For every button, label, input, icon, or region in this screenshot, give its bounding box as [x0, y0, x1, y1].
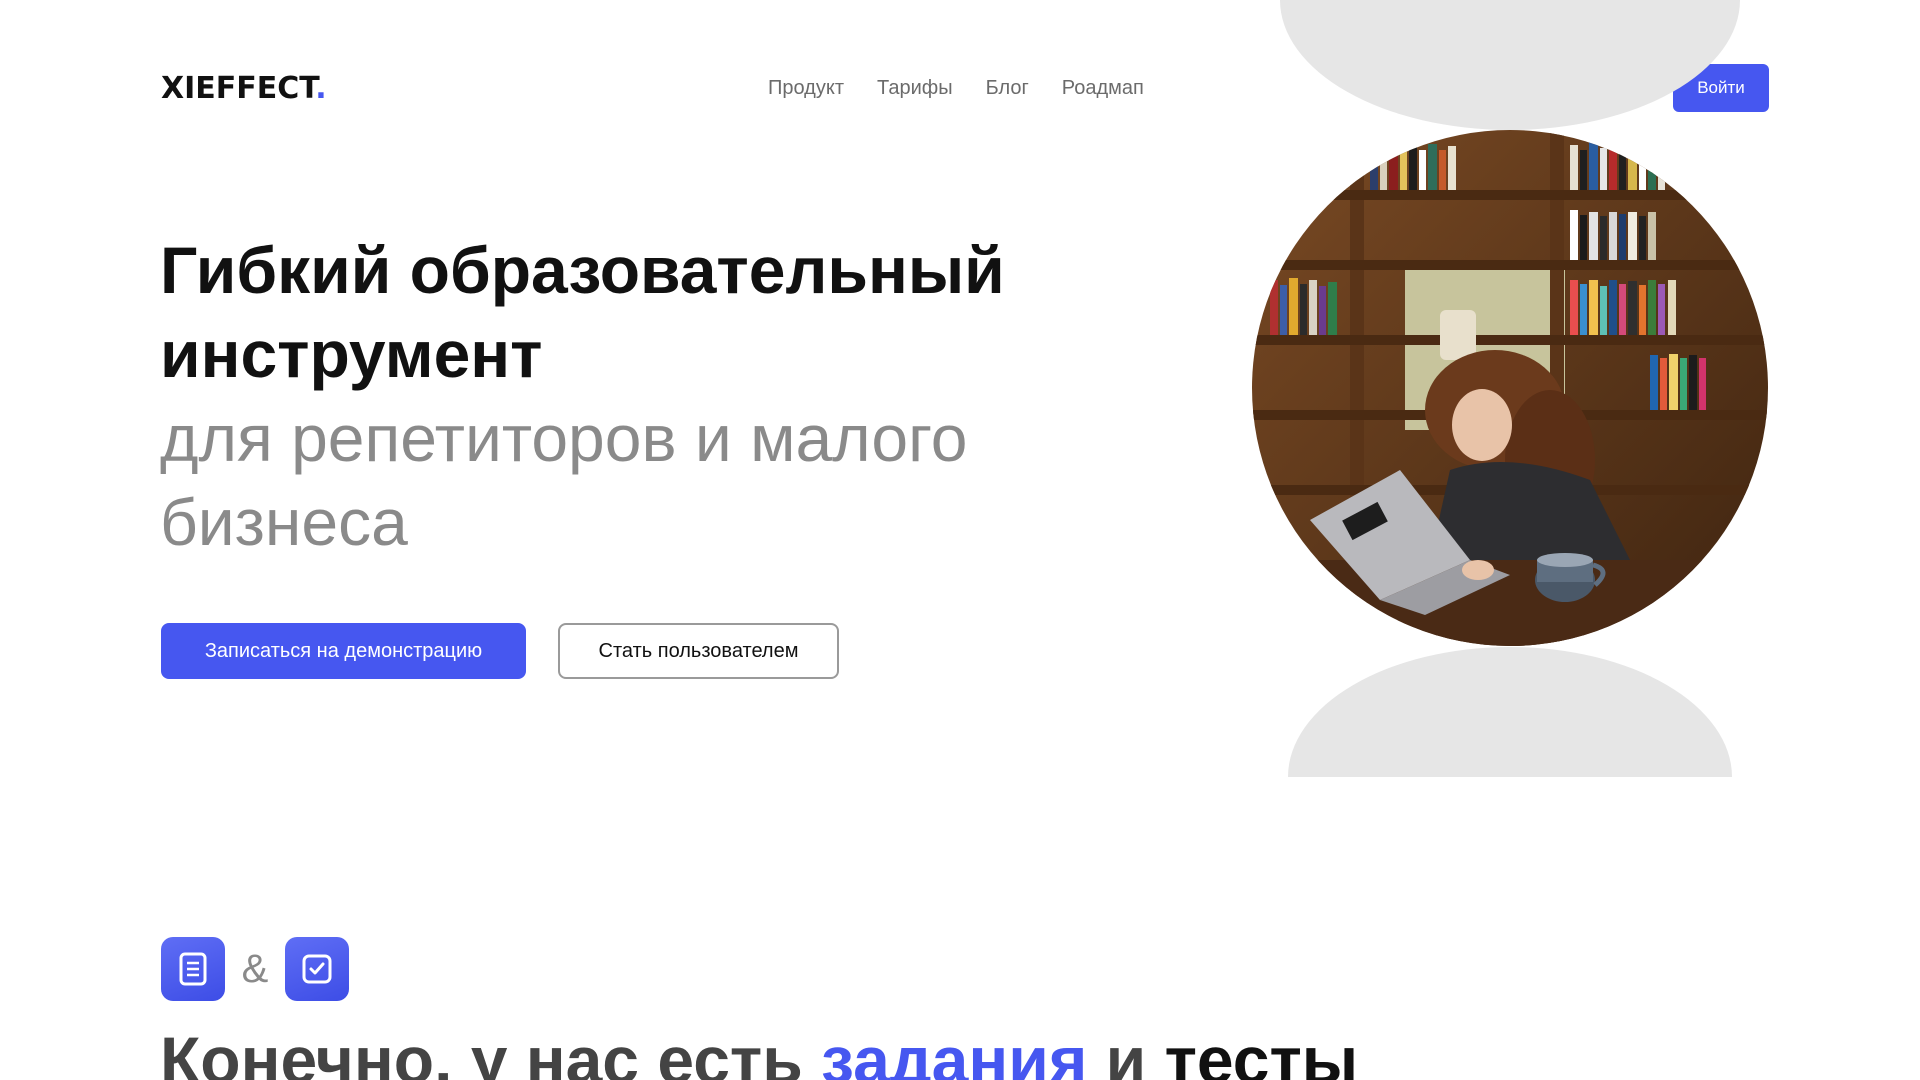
bottom-half-circle [1288, 647, 1732, 777]
nav-item-product[interactable]: Продукт [768, 76, 844, 100]
features-heading: Конечно, у нас есть задания и тесты [160, 1020, 1560, 1080]
nav-item-blog[interactable]: Блог [986, 76, 1029, 100]
hero-title: Гибкий образовательный инструмент [160, 228, 1060, 396]
top-half-circle [1280, 0, 1740, 130]
features-heading-part1: Конечно, у нас есть [160, 1023, 822, 1080]
hero-title-line2: инструмент [160, 317, 543, 391]
features-heading-part2: и [1087, 1023, 1165, 1080]
hero-subtitle: для репетиторов и малого бизнеса [160, 396, 1060, 564]
nav-item-pricing[interactable]: Тарифы [877, 76, 953, 100]
hero-title-line1: Гибкий образовательный [160, 233, 1005, 307]
hero-decoration [1252, 0, 1768, 777]
features-heading-part3: тесты [1164, 1023, 1359, 1080]
nav-item-roadmap[interactable]: Роадмап [1062, 76, 1144, 100]
logo[interactable]: XIEFFECT. [161, 71, 327, 107]
logo-dot: . [315, 71, 327, 106]
features-icons: & [161, 937, 349, 1001]
checkbox-icon [285, 937, 349, 1001]
ampersand: & [241, 947, 269, 991]
hero-subtitle-line2: бизнеса [160, 485, 408, 559]
logo-text: XIEFFECT [161, 71, 316, 106]
become-user-button[interactable]: Стать пользователем [558, 623, 839, 679]
hero-subtitle-line1: для репетиторов и малого [160, 401, 968, 475]
main-nav: Продукт Тарифы Блог Роадмап [768, 76, 1144, 100]
girl-with-laptop-photo [1252, 130, 1768, 646]
document-icon [161, 937, 225, 1001]
book-demo-button[interactable]: Записаться на демонстрацию [161, 623, 526, 679]
features-heading-accent: задания [821, 1023, 1088, 1080]
